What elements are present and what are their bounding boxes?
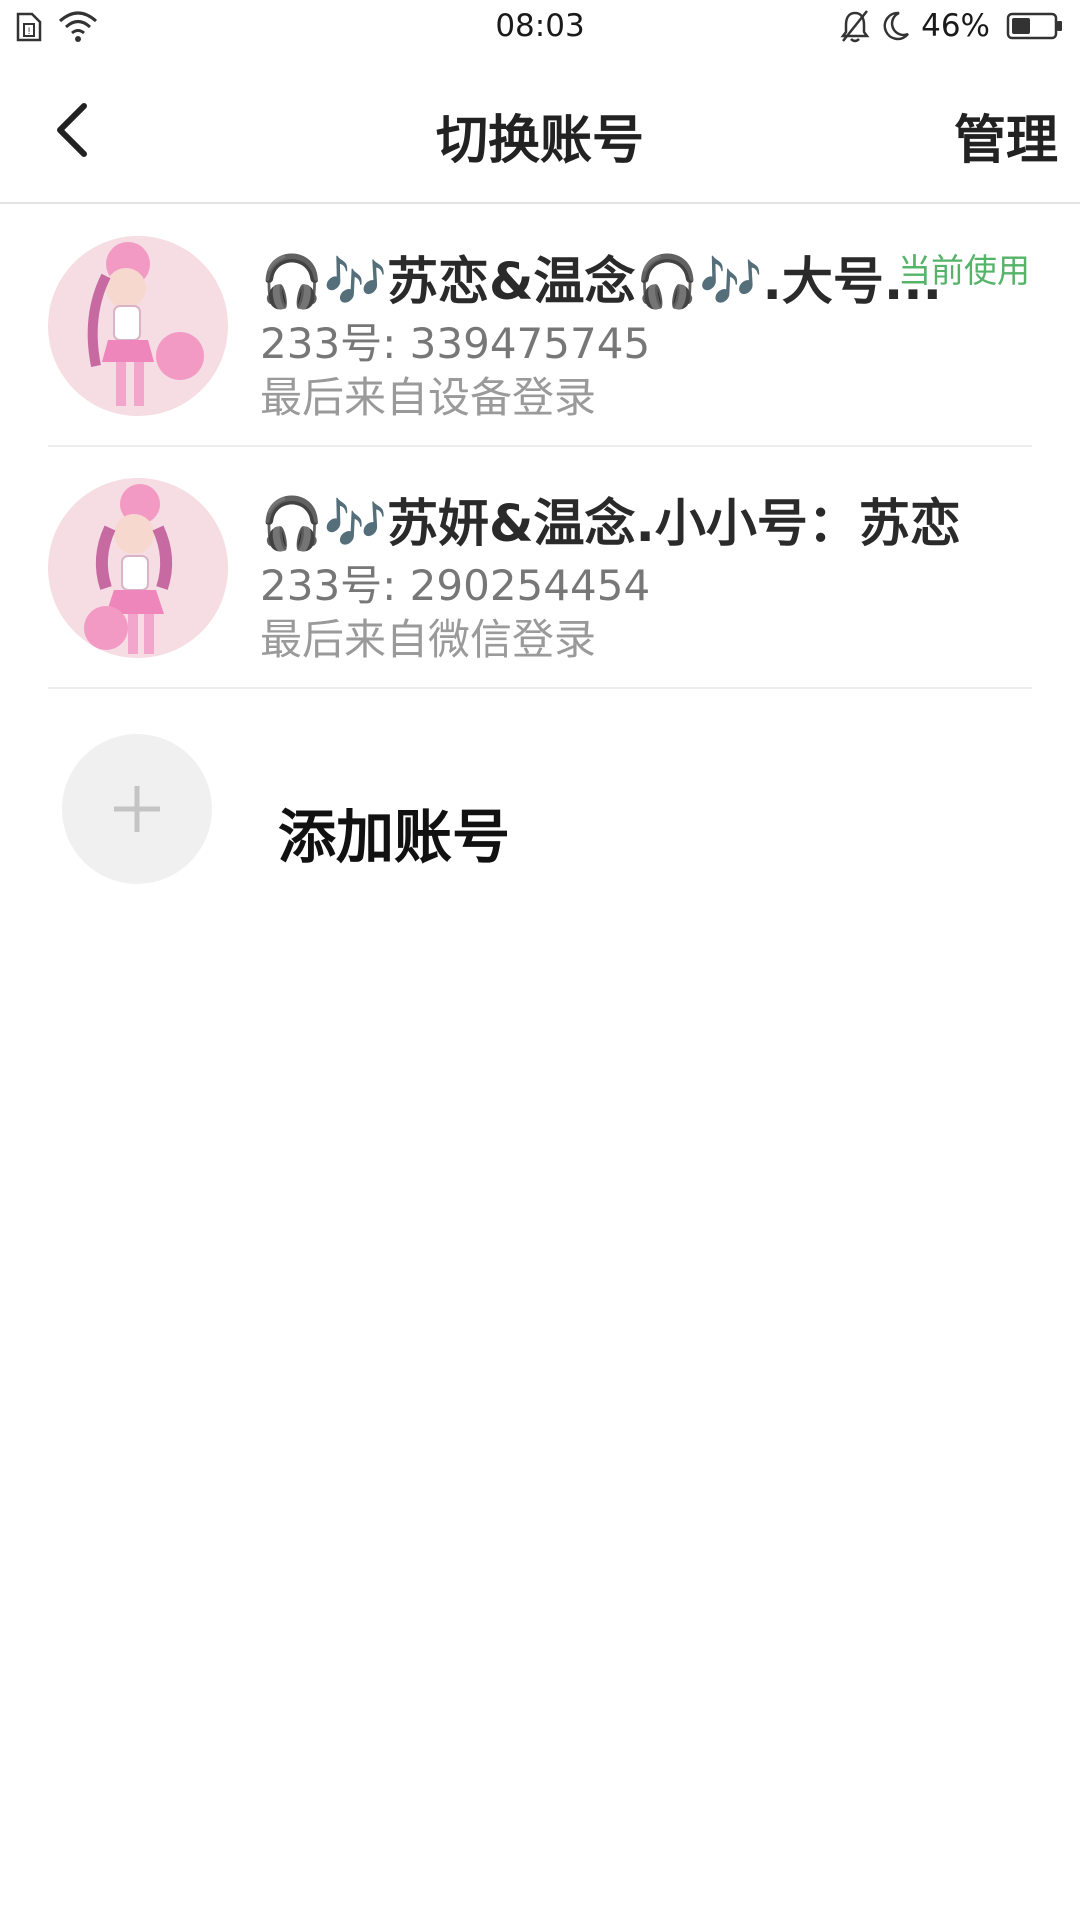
avatar	[48, 478, 228, 658]
battery-percent: 46%	[921, 8, 990, 44]
account-row[interactable]: 🎧🎶苏妍&温念.小小号：苏恋 233号: 290254454 最后来自微信登录	[48, 448, 1032, 689]
status-right: 46%	[839, 8, 1064, 44]
account-id: 233号: 339475745	[260, 319, 651, 368]
avatar-character-image	[48, 478, 228, 658]
nav-bar: 切换账号 管理	[0, 58, 1080, 204]
add-account-button[interactable]: 添加账号	[0, 720, 1080, 900]
account-id: 233号: 290254454	[260, 561, 651, 610]
account-row[interactable]: 🎧🎶苏恋&温念🎧🎶.大号... 233号: 339475745 最后来自设备登录…	[48, 206, 1032, 447]
page-title: 切换账号	[435, 111, 644, 171]
plus-icon	[114, 786, 160, 832]
current-account-badge: 当前使用	[898, 251, 1030, 290]
mute-bell-icon	[840, 10, 870, 43]
moon-icon	[883, 11, 910, 41]
status-bar: ! 08:03 46%	[0, 0, 1080, 58]
account-name: 🎧🎶苏恋&温念🎧🎶.大号...	[260, 253, 942, 312]
avatar	[48, 236, 228, 416]
manage-button[interactable]: 管理	[954, 98, 1058, 173]
account-login-source: 最后来自微信登录	[260, 615, 597, 664]
account-login-source: 最后来自设备登录	[260, 373, 597, 422]
add-account-label: 添加账号	[278, 803, 511, 871]
avatar-character-image	[48, 236, 228, 416]
add-account-circle[interactable]	[62, 734, 212, 884]
account-name: 🎧🎶苏妍&温念.小小号：苏恋	[260, 495, 961, 554]
battery-icon	[1006, 12, 1062, 40]
